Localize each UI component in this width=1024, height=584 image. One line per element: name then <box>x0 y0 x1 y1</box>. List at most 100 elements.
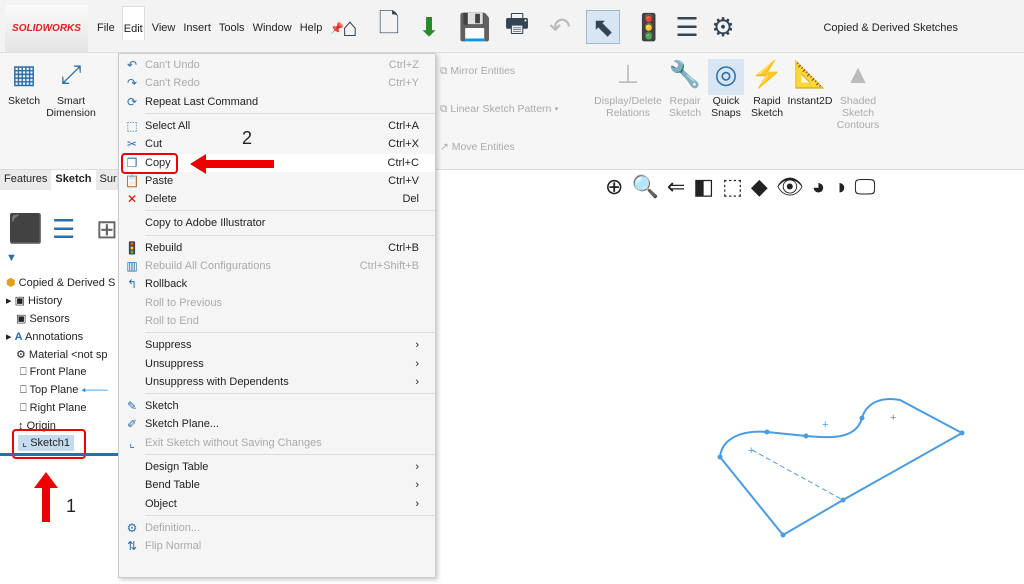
part-icon: ⬢ <box>6 277 16 289</box>
zoom-to-fit-icon[interactable]: ⊕ <box>605 174 623 200</box>
menu-edit[interactable]: Edit <box>121 6 145 40</box>
menu-separator <box>145 234 435 236</box>
menu-item-suppress[interactable]: Suppress › <box>119 336 435 354</box>
menu-item-flip-normal[interactable]: ⇅ Flip Normal <box>119 537 435 555</box>
hide-show-icon[interactable]: 👁 <box>776 174 804 200</box>
display-style-icon[interactable]: ◆ <box>751 174 768 200</box>
view-orientation-icon[interactable]: ⬚ <box>722 174 743 200</box>
smart-dimension-button[interactable]: ⤢ Smart Dimension <box>44 59 98 119</box>
menu-item-sketch[interactable]: ✎ Sketch <box>119 397 435 415</box>
undo-icon[interactable]: ↶ <box>543 10 577 44</box>
select-icon[interactable]: ⬉ <box>586 10 620 44</box>
menu-file[interactable]: File <box>96 20 116 40</box>
menu-item-sketch-plane[interactable]: ✐ Sketch Plane... <box>119 415 435 433</box>
rebuild-icon[interactable]: 🚦 <box>632 10 666 44</box>
property-manager-icon[interactable]: ☰ <box>52 214 75 245</box>
configuration-manager-icon[interactable]: ⊞ <box>96 214 118 245</box>
tree-root[interactable]: ⬢ Copied & Derived S <box>6 276 115 289</box>
menu-item-bend-table[interactable]: Bend Table › <box>119 476 435 494</box>
tree-item-front-plane[interactable]: ⎕ Front Plane <box>20 366 87 379</box>
menu-item-delete[interactable]: ✕ Delete Del <box>119 190 435 208</box>
menu-item-repeat-last-command[interactable]: ⟳ Repeat Last Command <box>119 93 435 111</box>
rebuild-all-icon: ▥ <box>126 259 138 273</box>
instant2d-icon: 📐 <box>793 59 827 89</box>
menu-item-design-table[interactable]: Design Table › <box>119 458 435 476</box>
menu-separator <box>145 393 435 395</box>
menu-item-definition[interactable]: ⚙ Definition... <box>119 519 435 537</box>
menu-item-roll-to-previous[interactable]: Roll to Previous <box>119 294 435 312</box>
instant2d-button[interactable]: 📐 Instant2D <box>786 59 834 107</box>
svg-text:+: + <box>748 445 754 457</box>
svg-text:+: + <box>822 419 828 431</box>
sketch-points <box>717 415 965 538</box>
print-icon[interactable]: 🖶 <box>500 8 534 44</box>
filter-icon[interactable]: ▼ <box>6 252 17 264</box>
save-icon[interactable]: 💾 <box>458 10 492 44</box>
heads-up-toolbar: ⊕ 🔍 ⇐ ◧ ⬚ ◆ 👁 ◕ ◑ 🖵 <box>605 174 876 200</box>
tree-item-material[interactable]: ⚙ Material <not sp <box>16 348 108 361</box>
new-document-icon[interactable]: 🗋 <box>372 8 406 44</box>
menu-item-can-t-undo[interactable]: ↶ Can't Undo Ctrl+Z <box>119 56 435 74</box>
feature-manager-icon[interactable]: ⬛ <box>8 212 43 245</box>
view-settings-icon[interactable]: 🖵 <box>854 174 875 200</box>
menu-item-select-all[interactable]: ⬚ Select All Ctrl+A <box>119 117 435 135</box>
menu-item-rollback[interactable]: ↰ Rollback <box>119 275 435 293</box>
tree-item-annotations[interactable]: ▸ A Annotations <box>6 330 83 343</box>
menu-view[interactable]: View <box>151 20 177 40</box>
red-arrow-left <box>190 154 274 174</box>
menu-item-roll-to-end[interactable]: Roll to End <box>119 312 435 330</box>
tree-item-top-plane[interactable]: ⎕ Top Plane ◂—— <box>20 384 108 397</box>
options-gear-icon[interactable]: ⚙ <box>706 10 740 44</box>
menu-item-unsuppress-with-dependents[interactable]: Unsuppress with Dependents › <box>119 373 435 391</box>
menu-item-object[interactable]: Object › <box>119 495 435 513</box>
menu-window[interactable]: Window <box>252 20 293 40</box>
traffic-light-icon: 🚦 <box>124 240 140 255</box>
tab-surfaces[interactable]: Sur <box>96 170 121 190</box>
menu-item-paste[interactable]: 📋 Paste Ctrl+V <box>119 172 435 190</box>
menu-tools[interactable]: Tools <box>218 20 246 40</box>
previous-view-icon[interactable]: ⇐ <box>667 174 685 200</box>
menu-item-copy-to-adobe-illustrator[interactable]: Copy to Adobe Illustrator <box>119 214 435 232</box>
section-view-icon[interactable]: ◧ <box>693 174 714 200</box>
menu-item-rebuild[interactable]: 🚦 Rebuild Ctrl+B <box>119 239 435 257</box>
repair-icon: 🔧 <box>668 59 702 89</box>
sketch-button[interactable]: ▦ Sketch <box>4 59 44 107</box>
rapid-sketch-icon: ⚡ <box>750 59 784 89</box>
menu-item-rebuild-all-configurations[interactable]: ▥ Rebuild All Configurations Ctrl+Shift+B <box>119 257 435 275</box>
menu-item-can-t-redo[interactable]: ↷ Can't Redo Ctrl+Y <box>119 74 435 92</box>
home-icon[interactable]: ⌂ <box>333 10 367 44</box>
scissors-icon: ✂ <box>126 137 138 152</box>
zoom-area-icon[interactable]: 🔍 <box>631 174 658 200</box>
repair-sketch-button[interactable]: 🔧 Repair Sketch <box>664 59 706 119</box>
tree-item-right-plane[interactable]: ⎕ Right Plane <box>20 402 87 415</box>
scene-icon[interactable]: ◑ <box>833 174 846 200</box>
file-properties-icon[interactable]: ☰ <box>670 10 704 44</box>
menu-item-unsuppress[interactable]: Unsuppress › <box>119 355 435 373</box>
tab-features[interactable]: Features <box>0 170 51 190</box>
menu-item-exit-sketch-without-saving-changes[interactable]: ⌞ Exit Sketch without Saving Changes <box>119 434 435 452</box>
move-entities-button[interactable]: ↗ Move Entities <box>440 141 550 153</box>
menu-separator <box>145 514 435 516</box>
rollback-bar[interactable] <box>0 453 118 456</box>
menu-insert[interactable]: Insert <box>182 20 212 40</box>
tree-item-history[interactable]: ▸ ▣ History <box>6 294 62 307</box>
open-icon[interactable]: ⬇ <box>412 10 446 44</box>
display-delete-relations-button[interactable]: ⊥ Display/Delete Relations <box>592 59 664 119</box>
rapid-sketch-button[interactable]: ⚡ Rapid Sketch <box>748 59 786 119</box>
flip-icon: ⇅ <box>126 539 138 554</box>
undo-icon: ↶ <box>126 58 138 72</box>
rollback-icon: ↰ <box>126 277 138 292</box>
shaded-contours-button[interactable]: ▲ Shaded Sketch Contours <box>834 59 882 131</box>
mirror-entities-button[interactable]: ⧉ Mirror Entities <box>440 65 550 78</box>
appearance-icon[interactable]: ◕ <box>812 174 825 200</box>
menu-help[interactable]: Help <box>299 20 324 40</box>
tree-item-sensors[interactable]: ▣ Sensors <box>16 312 70 325</box>
linear-pattern-button[interactable]: ⧉ Linear Sketch Pattern ▾ <box>440 103 590 116</box>
exit-sketch-icon: ⌞ <box>129 435 135 450</box>
sketch-profile <box>718 398 965 537</box>
tab-sketch[interactable]: Sketch <box>51 170 96 190</box>
select-icon: ⬚ <box>126 118 138 133</box>
menu-item-cut[interactable]: ✂ Cut Ctrl+X <box>119 135 435 153</box>
quick-snaps-button[interactable]: ◎ Quick Snaps <box>708 59 744 119</box>
menu-separator <box>145 210 435 212</box>
